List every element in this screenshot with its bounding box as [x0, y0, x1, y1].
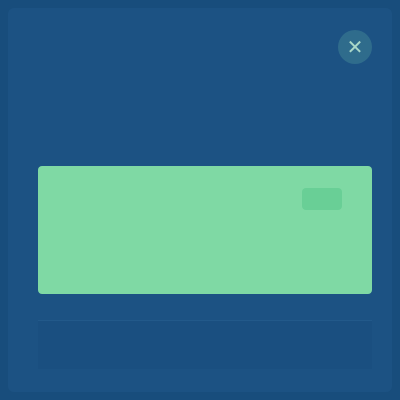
- dialog-footer: [38, 320, 372, 369]
- close-button[interactable]: ✕: [338, 30, 372, 64]
- dialog-title: [68, 86, 348, 132]
- highlight-banner: [38, 166, 372, 294]
- close-icon: ✕: [346, 35, 364, 59]
- dialog-panel: ✕: [8, 8, 392, 392]
- banner-badge: [302, 188, 342, 210]
